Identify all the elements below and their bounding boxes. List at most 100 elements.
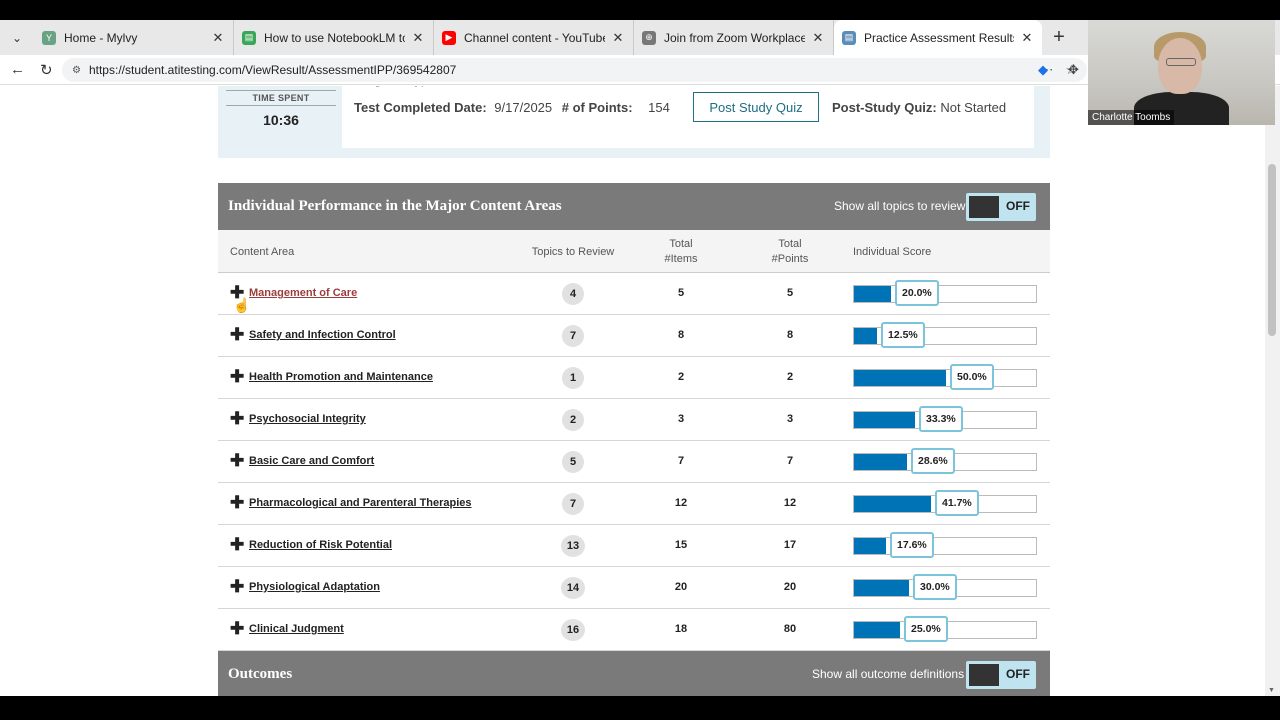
new-tab-button[interactable]: +	[1042, 20, 1076, 55]
outcomes-header: Outcomes Show all outcome definitions OF…	[218, 651, 1050, 696]
individual-score-bar: 20.0%	[853, 280, 1037, 306]
scroll-down-icon[interactable]: ▼	[1268, 687, 1275, 694]
assessment-summary: TIME SPENT 10:36 Program Type: ADN Test …	[218, 86, 1050, 158]
time-spent-label: TIME SPENT	[226, 90, 336, 106]
content-area-link[interactable]: Clinical Judgment	[249, 623, 344, 635]
points-value: 154	[648, 100, 670, 115]
close-tab-icon[interactable]: ✕	[411, 30, 425, 46]
score-label: 17.6%	[890, 532, 934, 558]
expand-icon[interactable]: ✚	[230, 367, 244, 387]
content-area-row: ✚ Management of Care 4 5 5 20.0%	[218, 273, 1050, 315]
program-type: Program Type: ADN	[354, 86, 469, 87]
tab-title: How to use NotebookLM to help y	[264, 30, 405, 45]
tab-search-icon[interactable]: ⌄	[0, 20, 34, 55]
expand-icon[interactable]: ✚	[230, 577, 244, 597]
total-items: 15	[674, 539, 688, 551]
content-area-link[interactable]: Physiological Adaptation	[249, 581, 380, 593]
glasses	[1166, 58, 1196, 66]
tab-favicon-icon: ▶	[442, 30, 456, 45]
mouse-cursor-icon: ☝	[233, 297, 251, 313]
expand-icon[interactable]: ✚	[230, 493, 244, 513]
content-area-link[interactable]: Safety and Infection Control	[249, 329, 396, 341]
reload-icon[interactable]: ↻	[40, 61, 53, 79]
topics-to-review-badge: 7	[562, 493, 584, 515]
individual-score-bar: 17.6%	[853, 532, 1037, 558]
score-label: 12.5%	[881, 322, 925, 348]
expand-icon[interactable]: ✚	[230, 409, 244, 429]
content-area-link[interactable]: Management of Care	[249, 287, 357, 299]
browser-tab[interactable]: ▤ How to use NotebookLM to help y ✕	[234, 20, 434, 55]
content-area-row: ✚ Health Promotion and Maintenance 1 2 2 50.0…	[218, 357, 1050, 399]
page-scrollbar[interactable]: ▲ ▼	[1265, 86, 1280, 696]
content-area-row: ✚ Physiological Adaptation 14 20 20 30.0%	[218, 567, 1050, 609]
close-tab-icon[interactable]: ✕	[611, 30, 625, 46]
topics-to-review-badge: 1	[562, 367, 584, 389]
tab-title: Practice Assessment Results	[864, 30, 1014, 45]
score-label: 20.0%	[895, 280, 939, 306]
content-area-link[interactable]: Pharmacological and Parenteral Therapies	[249, 497, 472, 509]
content-area-row: ✚ Psychosocial Integrity 2 3 3 33.3%	[218, 399, 1050, 441]
browser-tab[interactable]: Y Home - Mylvy ✕	[34, 20, 234, 55]
topics-toggle[interactable]: OFF	[966, 193, 1036, 221]
score-fill	[854, 580, 909, 596]
col-items-bottom: #Items	[664, 253, 698, 265]
tab-title: Join from Zoom Workplace app - Z	[664, 30, 805, 45]
total-points: 2	[786, 371, 794, 383]
outcomes-toggle[interactable]: OFF	[966, 661, 1036, 689]
performance-header: Individual Performance in the Major Cont…	[218, 183, 1050, 230]
post-study-quiz-button[interactable]: Post Study Quiz	[693, 92, 819, 122]
score-label: 25.0%	[904, 616, 948, 642]
score-label: 28.6%	[911, 448, 955, 474]
total-items: 8	[677, 329, 685, 341]
table-header: Content Area Topics to Review Total #Ite…	[218, 230, 1050, 273]
page-content: TIME SPENT 10:36 Program Type: ADN Test …	[0, 86, 1265, 696]
content-area-row: ✚ Pharmacological and Parenteral Therapie…	[218, 483, 1050, 525]
topics-to-review-badge: 7	[562, 325, 584, 347]
puzzle-icon[interactable]: ✥	[1068, 62, 1079, 78]
expand-icon[interactable]: ✚	[230, 619, 244, 639]
completed-info: Test Completed Date: 9/17/2025 # of Poin…	[354, 100, 670, 115]
time-spent: TIME SPENT 10:36	[226, 90, 336, 128]
individual-score-bar: 28.6%	[853, 448, 1037, 474]
window-top-bar	[0, 0, 1280, 20]
toggle-knob	[969, 196, 999, 218]
total-items: 18	[674, 623, 688, 635]
content-area-link[interactable]: Psychosocial Integrity	[249, 413, 366, 425]
content-area-link[interactable]: Basic Care and Comfort	[249, 455, 374, 467]
content-area-link[interactable]: Reduction of Risk Potential	[249, 539, 392, 551]
tab-favicon-icon: Y	[42, 30, 56, 45]
site-info-icon[interactable]: ⚙	[72, 65, 81, 76]
url-field[interactable]: ⚙ https://student.atitesting.com/ViewRes…	[62, 58, 1087, 82]
close-tab-icon[interactable]: ✕	[1020, 30, 1034, 46]
score-fill	[854, 538, 886, 554]
total-points: 80	[783, 623, 797, 635]
browser-tab[interactable]: ▤ Practice Assessment Results ✕	[834, 20, 1042, 55]
individual-score-bar: 41.7%	[853, 490, 1037, 516]
tab-title: Channel content - YouTube Studio	[464, 30, 605, 45]
total-items: 5	[677, 287, 685, 299]
summary-details: Program Type: ADN Test Completed Date: 9…	[342, 86, 1034, 148]
topics-to-review-badge: 2	[562, 409, 584, 431]
content-area-row: ✚ Clinical Judgment 16 18 80 25.0%	[218, 609, 1050, 651]
total-points: 5	[786, 287, 794, 299]
score-fill	[854, 454, 907, 470]
completed-date-value: 9/17/2025	[494, 100, 553, 115]
tab-title: Home - Mylvy	[64, 30, 138, 45]
post-study-quiz-status-label: Post-Study Quiz:	[832, 100, 937, 115]
extension-icon[interactable]: ◆	[1038, 62, 1048, 78]
browser-tab[interactable]: ▶ Channel content - YouTube Studio ✕	[434, 20, 634, 55]
col-points-top: Total	[778, 238, 802, 250]
content-area-link[interactable]: Health Promotion and Maintenance	[249, 371, 433, 383]
expand-icon[interactable]: ✚	[230, 535, 244, 555]
score-fill	[854, 412, 915, 428]
close-tab-icon[interactable]: ✕	[811, 30, 825, 46]
browser-tab[interactable]: ⊕ Join from Zoom Workplace app - Z ✕	[634, 20, 834, 55]
topics-to-review-badge: 16	[561, 619, 585, 641]
total-items: 3	[677, 413, 685, 425]
expand-icon[interactable]: ✚	[230, 325, 244, 345]
expand-icon[interactable]: ✚	[230, 451, 244, 471]
close-tab-icon[interactable]: ✕	[211, 30, 225, 46]
back-icon[interactable]: ←	[10, 61, 25, 78]
scrollbar-thumb[interactable]	[1268, 164, 1276, 336]
toggle-state: OFF	[1006, 667, 1030, 681]
